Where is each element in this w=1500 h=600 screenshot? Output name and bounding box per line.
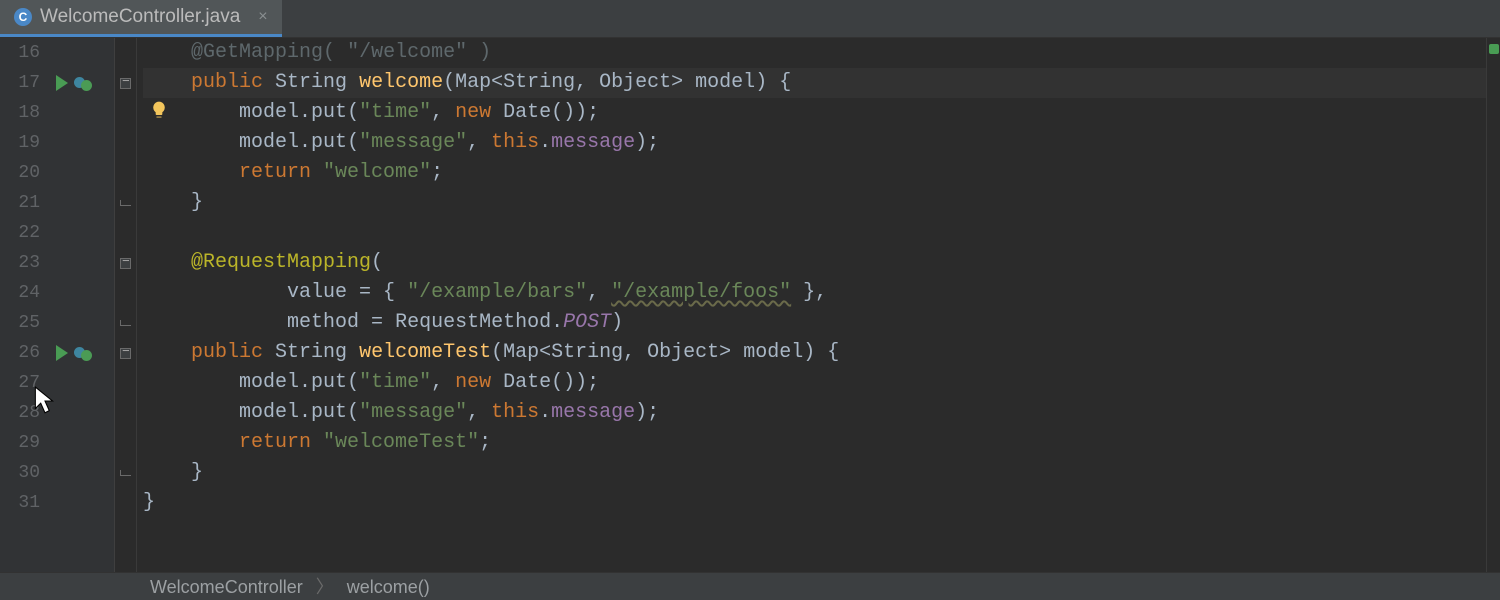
code-token: "welcomeTest" <box>323 431 479 454</box>
line-number[interactable]: 18 <box>0 98 40 128</box>
code-token: put <box>311 131 347 154</box>
code-token: message <box>551 131 635 154</box>
code-editor[interactable]: 16171819202122232425262728293031 <box>0 38 1500 572</box>
fold-end-icon <box>120 320 131 326</box>
line-number[interactable]: 23 <box>0 248 40 278</box>
code-token: return <box>239 431 311 454</box>
fold-toggle-icon[interactable] <box>120 78 131 89</box>
code-token: "/example/bars" <box>407 281 587 304</box>
line-number[interactable]: 19 <box>0 128 40 158</box>
breadcrumb-method[interactable]: welcome() <box>347 577 430 597</box>
code-token: @RequestMapping <box>191 251 371 274</box>
code-token: message <box>551 401 635 424</box>
code-token: String <box>275 341 347 364</box>
breadcrumb[interactable]: WelcomeController 〉 welcome() <box>0 572 1500 600</box>
code-token: Map<String, Object> <box>455 71 683 94</box>
code-token: model <box>239 401 299 424</box>
analysis-ok-icon <box>1489 44 1499 54</box>
gutter-row-26 <box>50 338 114 368</box>
code-token: model <box>743 341 803 364</box>
tab-filename: WelcomeController.java <box>40 6 240 28</box>
code-token: model <box>239 371 299 394</box>
code-token: @GetMapping <box>191 41 323 64</box>
code-token: model <box>239 131 299 154</box>
gutter-marker-column <box>50 38 115 572</box>
error-stripe[interactable] <box>1486 38 1500 572</box>
line-number[interactable]: 30 <box>0 458 40 488</box>
line-number[interactable]: 24 <box>0 278 40 308</box>
code-token: "/welcome" <box>347 41 467 64</box>
code-token: "message" <box>359 401 467 424</box>
spring-bean-icon[interactable] <box>74 344 92 362</box>
breadcrumb-class[interactable]: WelcomeController <box>150 577 303 597</box>
line-number-gutter[interactable]: 16171819202122232425262728293031 <box>0 38 50 572</box>
line-number[interactable]: 22 <box>0 218 40 248</box>
code-token: return <box>239 161 311 184</box>
code-token: RequestMethod <box>395 311 551 334</box>
code-token: put <box>311 101 347 124</box>
code-token: "/example/foos" <box>611 281 791 304</box>
line-number[interactable]: 29 <box>0 428 40 458</box>
chevron-right-icon: 〉 <box>316 577 334 597</box>
code-token: "welcome" <box>323 161 431 184</box>
line-number[interactable]: 27 <box>0 368 40 398</box>
close-icon[interactable]: × <box>258 8 267 26</box>
code-token: String <box>275 71 347 94</box>
code-token: model <box>239 101 299 124</box>
fold-toggle-icon[interactable] <box>120 348 131 359</box>
code-token: POST <box>563 311 611 334</box>
line-number[interactable]: 17 <box>0 68 40 98</box>
code-token: new <box>455 371 491 394</box>
code-area[interactable]: @GetMapping( "/welcome" ) public String … <box>137 38 1486 572</box>
code-token: put <box>311 401 347 424</box>
line-number[interactable]: 25 <box>0 308 40 338</box>
line-number[interactable]: 21 <box>0 188 40 218</box>
run-gutter-icon[interactable] <box>56 75 68 91</box>
line-number[interactable]: 26 <box>0 338 40 368</box>
code-token: method <box>287 311 359 334</box>
code-token: put <box>311 371 347 394</box>
code-token: "time" <box>359 371 431 394</box>
fold-toggle-icon[interactable] <box>120 258 131 269</box>
code-token: welcomeTest <box>359 341 491 364</box>
line-number[interactable]: 16 <box>0 38 40 68</box>
code-token: this <box>491 131 539 154</box>
editor-tab-active[interactable]: C WelcomeController.java × <box>0 0 282 37</box>
code-token: "message" <box>359 131 467 154</box>
line-number[interactable]: 31 <box>0 488 40 518</box>
java-class-icon: C <box>14 8 32 26</box>
code-token: "time" <box>359 101 431 124</box>
fold-column <box>115 38 137 572</box>
intention-bulb-icon[interactable] <box>149 100 169 120</box>
code-token: value <box>287 281 347 304</box>
code-token: this <box>491 401 539 424</box>
line-number[interactable]: 20 <box>0 158 40 188</box>
code-token: public <box>191 71 263 94</box>
code-token: public <box>191 341 263 364</box>
code-token: model <box>695 71 755 94</box>
code-token: Date <box>503 101 551 124</box>
fold-end-icon <box>120 470 131 476</box>
code-token: welcome <box>359 71 443 94</box>
run-gutter-icon[interactable] <box>56 345 68 361</box>
gutter-row-17 <box>50 68 114 98</box>
editor-tab-bar: C WelcomeController.java × <box>0 0 1500 38</box>
spring-bean-icon[interactable] <box>74 74 92 92</box>
code-token: new <box>455 101 491 124</box>
fold-end-icon <box>120 200 131 206</box>
line-number[interactable]: 28 <box>0 398 40 428</box>
code-token: Date <box>503 371 551 394</box>
code-token: Map<String, Object> <box>503 341 731 364</box>
